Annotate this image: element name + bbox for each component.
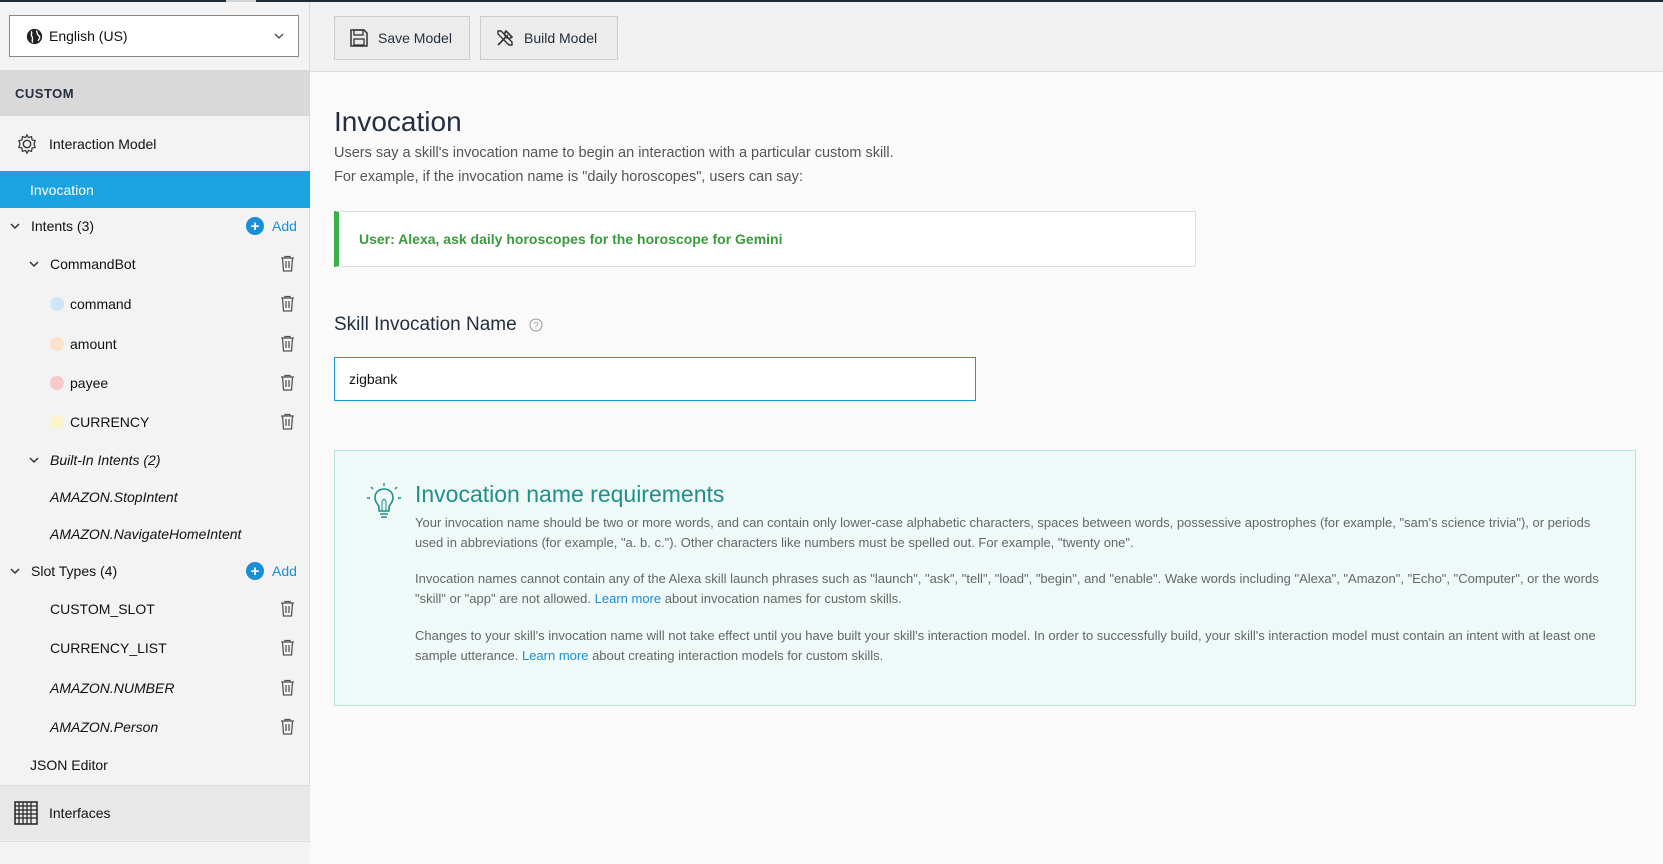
plus-icon: + (246, 217, 264, 235)
grid-icon (14, 801, 38, 825)
requirements-box: Invocation name requirements Your invoca… (334, 450, 1636, 706)
save-model-button[interactable]: Save Model (334, 16, 470, 60)
requirements-paragraph-2: Invocation names cannot contain any of t… (415, 569, 1605, 609)
trash-icon[interactable] (280, 374, 295, 391)
chevron-down-icon (10, 223, 20, 230)
trash-icon[interactable] (280, 295, 295, 312)
builtin-intent-label: AMAZON.StopIntent (50, 489, 178, 505)
add-slot-type-button[interactable]: + Add (246, 562, 297, 580)
slot-label: amount (70, 336, 117, 352)
requirements-paragraph-3: Changes to your skill's invocation name … (415, 626, 1605, 666)
slot-types-label: Slot Types (4) (31, 563, 118, 579)
page-title: Invocation (334, 106, 462, 137)
sidebar-slot-type-amazon-person[interactable]: AMAZON.Person (0, 708, 310, 746)
gear-icon (17, 133, 37, 155)
chevron-down-icon (29, 457, 39, 464)
trash-icon[interactable] (280, 335, 295, 352)
slot-type-label: CUSTOM_SLOT (50, 601, 155, 617)
sidebar-item-label: JSON Editor (30, 757, 108, 773)
locale-select[interactable]: English (US) (9, 15, 299, 57)
sidebar-item-invocation[interactable]: Invocation (0, 171, 310, 208)
slot-color-dot (50, 376, 64, 390)
sidebar-slot-currency[interactable]: CURRENCY (0, 403, 310, 441)
slot-color-dot (50, 415, 64, 429)
slot-type-label: CURRENCY_LIST (50, 640, 167, 656)
intents-label: Intents (3) (31, 218, 95, 234)
learn-more-link-interaction-model[interactable]: Learn more (522, 648, 588, 663)
trash-icon[interactable] (280, 718, 295, 735)
description-line-2: For example, if the invocation name is "… (334, 169, 803, 185)
field-label-text: Skill Invocation Name (334, 314, 517, 335)
description-line-1: Users say a skill's invocation name to b… (334, 145, 894, 161)
learn-more-link-invocation[interactable]: Learn more (595, 591, 661, 606)
sidebar-item-label: Interfaces (49, 805, 111, 821)
sidebar-item-builtin-intents[interactable]: Built-In Intents (2) (0, 441, 310, 479)
sidebar-slot-payee[interactable]: payee (0, 364, 310, 402)
sidebar-item-commandbot[interactable]: CommandBot (0, 245, 310, 283)
slot-label: payee (70, 375, 109, 391)
sidebar-bottom (0, 842, 310, 864)
toolbar: Save Model Build Model (310, 2, 1663, 72)
sidebar-item-label: Invocation (30, 181, 94, 198)
trash-icon[interactable] (280, 255, 295, 272)
sidebar-slot-type-custom-slot[interactable]: CUSTOM_SLOT (0, 590, 310, 628)
lightbulb-icon (367, 483, 401, 518)
sidebar-item-interaction-model[interactable]: Interaction Model (0, 118, 310, 170)
chevron-down-icon (274, 33, 284, 40)
chevron-down-icon (29, 261, 39, 268)
tools-icon (497, 29, 514, 46)
intent-label: CommandBot (50, 256, 136, 272)
trash-icon[interactable] (280, 679, 295, 696)
locale-label: English (US) (49, 28, 128, 44)
build-model-button[interactable]: Build Model (480, 16, 618, 60)
main-content: Invocation Users say a skill's invocatio… (310, 72, 1663, 864)
sidebar-slot-command[interactable]: command (0, 285, 310, 323)
paragraph-text: about invocation names for custom skills… (664, 591, 902, 606)
slot-label: CURRENCY (70, 414, 150, 430)
builtin-intent-label: AMAZON.NavigateHomeIntent (50, 526, 242, 542)
plus-icon: + (246, 562, 264, 580)
builtin-intents-label: Built-In Intents (2) (50, 452, 161, 468)
paragraph-text: about creating interaction models for cu… (592, 648, 884, 663)
section-custom-header: CUSTOM (0, 70, 310, 116)
slot-color-dot (50, 297, 64, 311)
chevron-down-icon (10, 568, 20, 575)
example-utterance: User: Alexa, ask daily horoscopes for th… (359, 231, 783, 247)
sidebar-slot-amount[interactable]: amount (0, 325, 310, 363)
requirements-paragraph-1: Your invocation name should be two or mo… (415, 515, 1591, 550)
floppy-disk-icon (350, 29, 368, 47)
add-label: Add (272, 563, 297, 579)
sidebar: English (US) CUSTOM Interaction Model In… (0, 2, 310, 864)
sidebar-item-slot-types[interactable]: Slot Types (4) + Add (0, 552, 310, 590)
slot-type-label: AMAZON.Person (50, 719, 159, 735)
invocation-name-input[interactable] (334, 357, 976, 401)
example-utterance-box: User: Alexa, ask daily horoscopes for th… (334, 211, 1196, 267)
sidebar-item-interfaces[interactable]: Interfaces (0, 786, 310, 840)
help-icon[interactable]: ? (529, 318, 543, 332)
invocation-name-label: Skill Invocation Name ? (334, 314, 543, 336)
add-label: Add (272, 218, 297, 234)
requirements-title: Invocation name requirements (415, 481, 725, 507)
add-intent-button[interactable]: + Add (246, 217, 297, 235)
paragraph-text: Invocation names cannot contain any of t… (415, 571, 1599, 606)
trash-icon[interactable] (280, 639, 295, 656)
trash-icon[interactable] (280, 600, 295, 617)
save-model-label: Save Model (378, 30, 452, 46)
sidebar-slot-type-amazon-number[interactable]: AMAZON.NUMBER (0, 669, 310, 707)
sidebar-item-label: Interaction Model (49, 136, 157, 152)
trash-icon[interactable] (280, 413, 295, 430)
globe-icon (26, 28, 43, 44)
sidebar-builtin-navigate-home[interactable]: AMAZON.NavigateHomeIntent (0, 515, 310, 553)
slot-color-dot (50, 337, 64, 351)
svg-text:?: ? (533, 321, 538, 331)
build-model-label: Build Model (524, 30, 598, 46)
sidebar-item-intents[interactable]: Intents (3) + Add (0, 207, 310, 245)
slot-type-label: AMAZON.NUMBER (50, 680, 175, 696)
slot-label: command (70, 296, 132, 312)
sidebar-builtin-stop[interactable]: AMAZON.StopIntent (0, 478, 310, 516)
sidebar-slot-type-currency-list[interactable]: CURRENCY_LIST (0, 629, 310, 667)
sidebar-item-json-editor[interactable]: JSON Editor (0, 746, 310, 784)
